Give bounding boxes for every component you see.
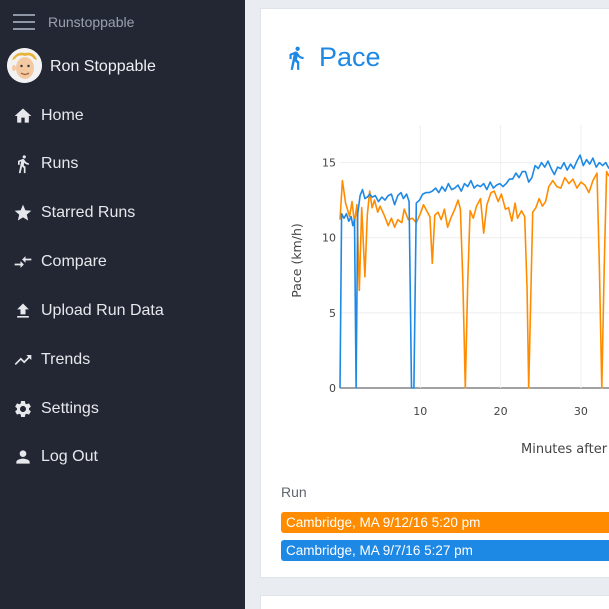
y-tick-label: 5 [329, 307, 336, 320]
sidebar: Runstoppable Ron Stoppable Home Runs Sta… [0, 0, 245, 609]
y-tick-label: 0 [329, 382, 336, 395]
upload-icon [13, 301, 33, 321]
runner-icon [283, 44, 309, 72]
sidebar-item-upload-run-data[interactable]: Upload Run Data [0, 291, 245, 331]
x-tick-label: 30 [574, 405, 588, 418]
home-icon [13, 106, 33, 126]
sidebar-item-label: Home [41, 107, 84, 124]
sidebar-item-compare[interactable]: Compare [0, 242, 245, 282]
star-icon [13, 203, 33, 223]
app-title: Runstoppable [48, 14, 135, 30]
sidebar-item-label: Compare [41, 253, 107, 270]
run-item-label: Cambridge, MA 9/7/16 5:27 pm [286, 543, 473, 558]
sidebar-item-label: Starred Runs [41, 204, 136, 221]
gear-icon [13, 399, 33, 419]
person-icon [13, 447, 33, 467]
x-tick-label: 10 [413, 405, 427, 418]
sidebar-item-settings[interactable]: Settings [0, 389, 245, 429]
y-tick-label: 15 [322, 157, 336, 170]
next-card [260, 595, 609, 609]
sidebar-header: Runstoppable [0, 0, 245, 44]
avatar [7, 48, 42, 83]
user-name: Ron Stoppable [50, 58, 156, 75]
run-item[interactable]: Cambridge, MA 9/7/16 5:27 pm [281, 540, 609, 561]
sidebar-item-label: Upload Run Data [41, 302, 164, 319]
sidebar-item-label: Log Out [41, 448, 98, 465]
user-profile[interactable]: Ron Stoppable [0, 48, 245, 86]
pace-chart[interactable]: 0 5 10 15 10 20 30 Pace (km/h) Minutes after [260, 100, 609, 470]
sidebar-item-log-out[interactable]: Log Out [0, 437, 245, 477]
run-selector-label: Run [281, 484, 307, 500]
runner-icon [13, 154, 33, 174]
trend-icon [13, 350, 33, 370]
y-tick-label: 10 [322, 232, 336, 245]
run-item-label: Cambridge, MA 9/12/16 5:20 pm [286, 515, 481, 530]
page-title: Pace [319, 42, 381, 72]
sidebar-item-home[interactable]: Home [0, 96, 245, 136]
sidebar-item-label: Settings [41, 400, 99, 417]
sidebar-item-runs[interactable]: Runs [0, 144, 245, 184]
sidebar-item-starred-runs[interactable]: Starred Runs [0, 193, 245, 233]
hamburger-menu-icon[interactable] [13, 14, 35, 30]
y-axis-title: Pace (km/h) [289, 223, 304, 297]
sidebar-item-label: Runs [41, 155, 79, 172]
series-line-0 [339, 170, 609, 389]
compare-icon [13, 252, 33, 272]
x-axis-title: Minutes after [521, 442, 608, 457]
x-tick-label: 20 [494, 405, 508, 418]
run-item[interactable]: Cambridge, MA 9/12/16 5:20 pm [281, 512, 609, 533]
series-line-1 [339, 154, 609, 389]
sidebar-item-label: Trends [41, 351, 91, 368]
sidebar-item-trends[interactable]: Trends [0, 340, 245, 380]
